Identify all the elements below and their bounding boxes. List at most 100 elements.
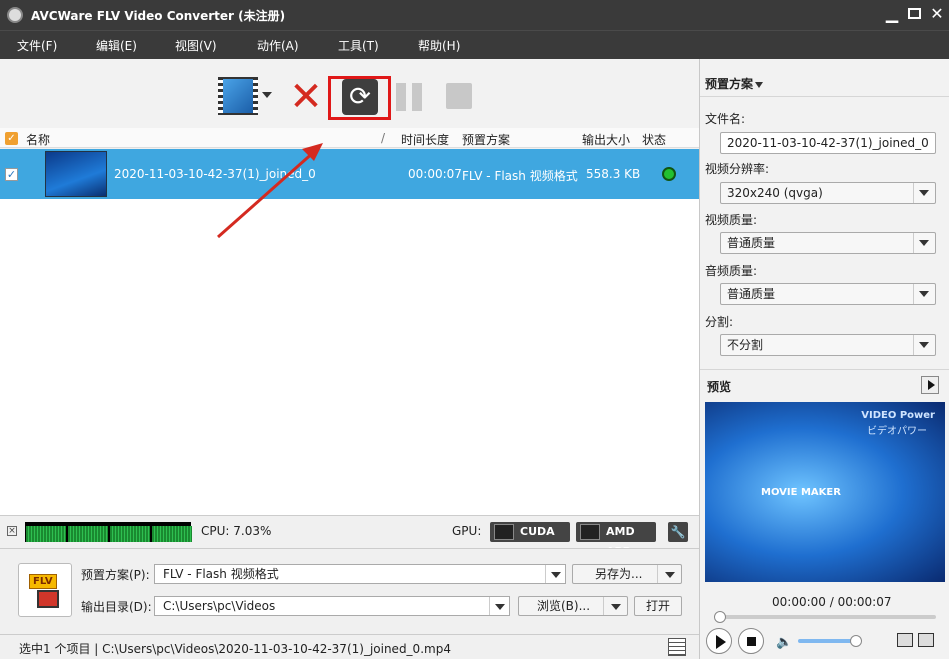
add-video-dropdown-icon[interactable]	[262, 92, 272, 98]
log-list-icon[interactable]	[668, 638, 686, 656]
video-quality-value: 普通质量	[727, 236, 776, 250]
status-ready-icon	[662, 167, 676, 181]
audio-quality-select[interactable]: 普通质量	[720, 283, 936, 305]
cuda-button[interactable]: CUDA	[490, 522, 570, 542]
output-dir-label: 输出目录(D):	[81, 600, 152, 614]
menu-view[interactable]: 视图(V)	[175, 37, 217, 54]
row-size: 558.3 KB	[586, 167, 641, 181]
status-bar: 选中1 个项目 | C:\Users\pc\Videos\2020-11-03-…	[0, 634, 699, 659]
split-select[interactable]: 不分割	[720, 334, 936, 356]
preview-watermark-title: VIDEO Power	[861, 410, 935, 421]
output-dir-select[interactable]: C:\Users\pc\Videos	[154, 596, 510, 616]
video-quality-select[interactable]: 普通质量	[720, 232, 936, 254]
flv-format-icon[interactable]: FLV	[18, 563, 72, 617]
time-readout: 00:00:00 / 00:00:07	[772, 595, 892, 609]
chevron-down-icon	[489, 597, 509, 615]
volume-knob[interactable]	[850, 635, 862, 647]
play-icon[interactable]	[706, 628, 732, 654]
row-checkbox[interactable]: ✓	[5, 168, 18, 181]
video-thumbnail	[45, 151, 107, 197]
seek-knob[interactable]	[714, 611, 726, 623]
header-duration[interactable]: 时间长度	[401, 131, 449, 148]
preview-expand-icon[interactable]	[921, 376, 939, 394]
row-preset: FLV - Flash 视频格式	[462, 169, 578, 183]
preset-label: 预置方案(P):	[81, 568, 150, 582]
menu-bar: 文件(F) 编辑(E) 视图(V) 动作(A) 工具(T) 帮助(H)	[0, 30, 949, 59]
filename-field[interactable]: 2020-11-03-10-42-37(1)_joined_0	[720, 132, 936, 154]
preset-value: FLV - Flash 视频格式	[163, 567, 279, 581]
wrench-icon[interactable]: 🔧	[668, 522, 688, 542]
stop-icon[interactable]	[446, 83, 472, 109]
select-all-checkbox[interactable]: ✓	[5, 132, 18, 145]
stop-playback-icon[interactable]	[738, 628, 764, 654]
table-row[interactable]: ✓ 2020-11-03-10-42-37(1)_joined_0 00:00:…	[0, 149, 699, 199]
split-label: 分割:	[705, 315, 734, 329]
screenshot-icon[interactable]	[897, 633, 913, 647]
amd-app-button[interactable]: AMD APP	[576, 522, 656, 558]
flv-film-icon	[37, 590, 59, 608]
output-settings-panel: FLV 预置方案(P): FLV - Flash 视频格式 另存为... 输出目…	[0, 548, 699, 634]
chevron-down-icon	[657, 565, 681, 583]
menu-tools[interactable]: 工具(T)	[338, 37, 379, 54]
add-video-film-icon[interactable]	[218, 77, 258, 115]
chevron-down-icon	[755, 81, 764, 88]
title-bar: AVCWare FLV Video Converter (未注册) ▁ ✕	[0, 0, 949, 30]
save-as-label: 另存为...	[595, 567, 643, 581]
preview-watermark-subtitle: ビデオパワー	[867, 426, 927, 437]
header-preset[interactable]: 预置方案	[462, 131, 510, 148]
pause-icon[interactable]	[396, 83, 424, 111]
row-duration: 00:00:07	[408, 167, 462, 181]
cuda-label: CUDA	[520, 525, 555, 538]
header-size[interactable]: 输出大小	[582, 131, 630, 148]
audio-quality-value: 普通质量	[727, 287, 776, 301]
close-button[interactable]: ✕	[928, 5, 946, 23]
toolbar: ✕ ⟳	[0, 59, 699, 128]
split-value: 不分割	[727, 338, 764, 352]
app-film-reel-icon	[7, 7, 23, 23]
header-status[interactable]: 状态	[642, 131, 666, 148]
save-as-button[interactable]: 另存为...	[572, 564, 682, 584]
cpu-graph	[25, 522, 192, 542]
status-text: 选中1 个项目 | C:\Users\pc\Videos\2020-11-03-…	[19, 642, 451, 656]
chevron-down-icon	[913, 335, 935, 355]
gpu-label: GPU:	[452, 524, 482, 538]
convert-refresh-icon[interactable]: ⟳	[342, 79, 378, 115]
close-cpu-icon[interactable]: ×	[7, 526, 17, 536]
browse-label: 浏览(B)...	[537, 599, 591, 613]
resolution-select[interactable]: 320x240 (qvga)	[720, 182, 936, 204]
audio-quality-label: 音频质量:	[705, 264, 758, 278]
camera-icon[interactable]	[918, 633, 934, 647]
video-quality-label: 视频质量:	[705, 213, 758, 227]
flv-tag: FLV	[29, 574, 57, 589]
menu-action[interactable]: 动作(A)	[257, 37, 299, 54]
resolution-value: 320x240 (qvga)	[727, 186, 823, 200]
preset-panel-title: 预置方案	[705, 77, 754, 91]
divider	[700, 369, 949, 370]
file-list: ✓ 2020-11-03-10-42-37(1)_joined_0 00:00:…	[0, 149, 699, 515]
sort-indicator: /	[381, 131, 386, 145]
divider	[700, 96, 949, 97]
browse-button[interactable]: 浏览(B)...	[518, 596, 628, 616]
delete-x-icon[interactable]: ✕	[289, 77, 323, 117]
preview-movie-maker-text: MOVIE MAKER	[761, 487, 841, 498]
preview-video: VIDEO Power ビデオパワー MOVIE MAKER	[705, 402, 945, 582]
seek-slider[interactable]	[714, 611, 936, 623]
menu-edit[interactable]: 编辑(E)	[96, 37, 137, 54]
preset-panel: 预置方案 文件名: 2020-11-03-10-42-37(1)_joined_…	[700, 59, 949, 659]
window-title: AVCWare FLV Video Converter (未注册)	[31, 9, 286, 23]
preset-panel-header[interactable]: 预置方案	[705, 75, 764, 92]
menu-file[interactable]: 文件(F)	[17, 37, 57, 54]
amd-icon	[580, 524, 600, 540]
chevron-down-icon	[913, 233, 935, 253]
chevron-down-icon	[913, 183, 935, 203]
chevron-down-icon	[545, 565, 565, 583]
maximize-button[interactable]	[905, 5, 923, 23]
speaker-icon[interactable]: 🔈	[776, 635, 792, 650]
preset-select[interactable]: FLV - Flash 视频格式	[154, 564, 566, 584]
minimize-button[interactable]: ▁	[883, 5, 901, 23]
menu-help[interactable]: 帮助(H)	[418, 37, 460, 54]
open-button[interactable]: 打开	[634, 596, 682, 616]
volume-slider[interactable]	[798, 635, 862, 647]
output-dir-value: C:\Users\pc\Videos	[163, 599, 276, 613]
header-name[interactable]: 名称	[26, 131, 50, 148]
